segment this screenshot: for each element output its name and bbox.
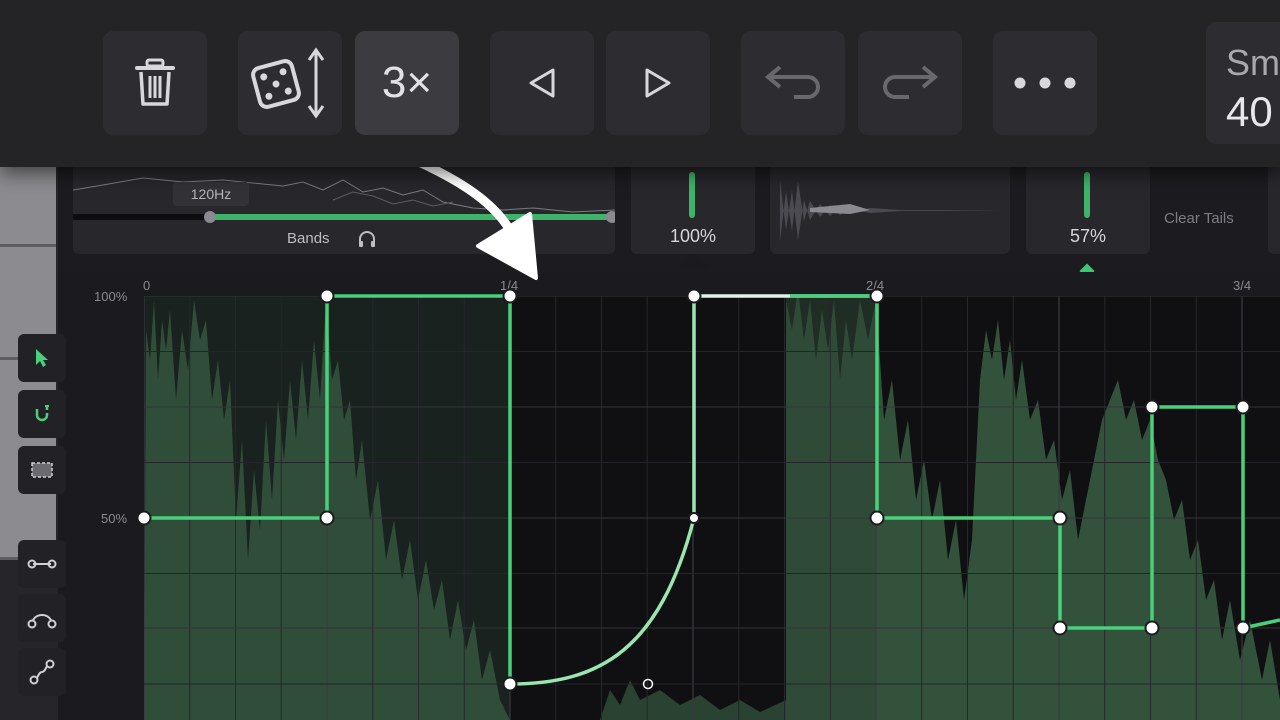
effect-panels: 120Hz Bands 100% 57% Clear Tails bbox=[58, 160, 1280, 282]
frequency-readout: 120Hz bbox=[173, 182, 249, 206]
mix-value: 100% bbox=[669, 226, 717, 246]
undo-arrow-icon bbox=[764, 65, 820, 99]
toolbar: 3× Sm 40 bbox=[0, 0, 1280, 167]
curve-tool-button[interactable] bbox=[18, 594, 66, 642]
dice-vertical-icon bbox=[251, 47, 325, 119]
headphones-icon[interactable] bbox=[357, 230, 377, 248]
tails-value: 57% bbox=[1069, 226, 1107, 246]
curve-tool-icon bbox=[27, 614, 57, 629]
select-rect-tool-button[interactable] bbox=[18, 446, 66, 494]
redo-arrow-icon bbox=[883, 65, 939, 99]
spectrum-view bbox=[73, 177, 615, 223]
next-button[interactable] bbox=[606, 31, 710, 135]
envelope-node[interactable] bbox=[869, 288, 885, 304]
multiplier-button[interactable]: 3× bbox=[355, 31, 459, 135]
ellipsis-icon bbox=[1014, 77, 1076, 89]
extra-panel bbox=[1268, 160, 1280, 254]
smooth-label: Sm bbox=[1226, 42, 1280, 83]
track-cell bbox=[0, 160, 56, 247]
envelope-node[interactable] bbox=[319, 510, 335, 526]
s-curve-tool-icon bbox=[29, 659, 55, 685]
envelope-editor[interactable] bbox=[58, 272, 1280, 720]
envelope-node[interactable] bbox=[502, 676, 518, 692]
high-band-handle[interactable] bbox=[606, 211, 615, 223]
cursor-icon bbox=[36, 349, 48, 367]
redo-button[interactable] bbox=[858, 31, 962, 135]
envelope-node[interactable] bbox=[136, 510, 152, 526]
clear-tails-button[interactable]: Clear Tails bbox=[1164, 210, 1234, 227]
more-button[interactable] bbox=[993, 31, 1097, 135]
previous-button[interactable] bbox=[490, 31, 594, 135]
delete-button[interactable] bbox=[103, 31, 207, 135]
envelope-node[interactable] bbox=[869, 510, 885, 526]
low-band-handle[interactable] bbox=[204, 211, 216, 223]
s-curve-tool-button[interactable] bbox=[18, 648, 66, 696]
envelope-node[interactable] bbox=[1235, 399, 1251, 415]
mix-panel: 100% bbox=[631, 160, 755, 254]
envelope-node[interactable] bbox=[1235, 620, 1251, 636]
smooth-control[interactable]: Sm 40 bbox=[1206, 22, 1280, 144]
triangle-left-icon bbox=[529, 68, 555, 98]
envelope-node[interactable] bbox=[502, 288, 518, 304]
cursor-tool-button[interactable] bbox=[18, 334, 66, 382]
envelope-node[interactable] bbox=[1052, 620, 1068, 636]
magnet-icon bbox=[35, 405, 49, 422]
line-tool-icon bbox=[27, 559, 57, 569]
bands-panel: 120Hz Bands bbox=[73, 160, 615, 254]
undo-button[interactable] bbox=[741, 31, 845, 135]
envelope-node[interactable] bbox=[688, 512, 700, 524]
tails-waveform-panel bbox=[770, 160, 1010, 254]
smooth-value: 40 bbox=[1226, 88, 1273, 135]
envelope-node[interactable] bbox=[319, 288, 335, 304]
envelope-node[interactable] bbox=[1144, 399, 1160, 415]
randomize-button[interactable] bbox=[238, 31, 342, 135]
triangle-right-icon bbox=[645, 68, 671, 98]
envelope-node[interactable] bbox=[686, 288, 702, 304]
tails-panel: 57% bbox=[1026, 160, 1150, 254]
tails-waveform bbox=[780, 180, 1000, 241]
tails-meter[interactable] bbox=[1084, 172, 1090, 218]
bands-label: Bands bbox=[287, 230, 330, 247]
multiplier-label: 3× bbox=[381, 58, 433, 107]
mix-meter[interactable] bbox=[689, 172, 695, 218]
select-rect-icon bbox=[31, 462, 53, 478]
line-tool-button[interactable] bbox=[18, 540, 66, 588]
envelope-node[interactable] bbox=[1052, 510, 1068, 526]
envelope-node[interactable] bbox=[1144, 620, 1160, 636]
trash-icon bbox=[135, 58, 175, 106]
pointer-notch-icon bbox=[678, 254, 710, 268]
magnet-tool-button[interactable] bbox=[18, 390, 66, 438]
